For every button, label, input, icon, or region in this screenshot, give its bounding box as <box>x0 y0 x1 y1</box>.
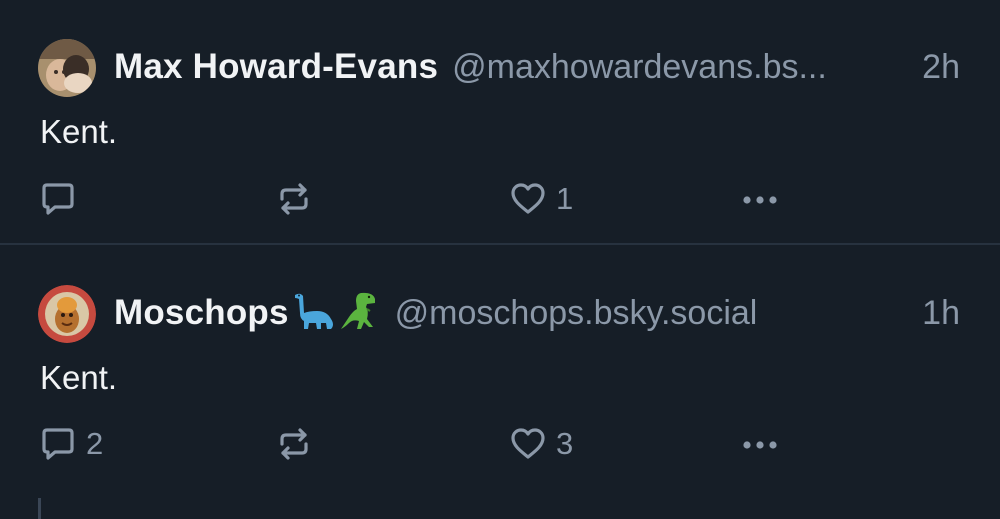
post-actions: 2 3 <box>0 422 1000 466</box>
reply-button[interactable] <box>38 177 86 221</box>
user-photo-avatar <box>38 39 96 97</box>
reply-count: 2 <box>86 426 104 461</box>
post-timestamp[interactable]: 2h <box>912 48 960 87</box>
display-name[interactable]: Max Howard-Evans <box>114 47 438 87</box>
user-handle[interactable]: @moschops.bsky.social <box>395 294 758 333</box>
more-options-icon <box>743 441 777 449</box>
display-name[interactable]: Moschops <box>114 293 289 333</box>
repost-icon <box>280 428 308 460</box>
illustrated-avatar <box>38 285 96 343</box>
like-button[interactable]: 3 <box>508 422 573 466</box>
like-count: 3 <box>556 426 574 461</box>
avatar[interactable] <box>38 285 96 343</box>
like-count: 1 <box>556 181 574 216</box>
repost-button[interactable] <box>274 422 322 466</box>
post-text: Kent. <box>40 359 118 396</box>
heart-icon <box>511 428 545 459</box>
repost-button[interactable] <box>274 177 322 221</box>
more-options-icon <box>743 196 777 204</box>
thread-connector-line <box>38 498 41 519</box>
user-handle[interactable]: @maxhowardevans.bs... <box>452 48 827 87</box>
repost-icon <box>280 183 308 215</box>
t-rex-emoji <box>339 289 381 338</box>
post-timestamp[interactable]: 1h <box>912 294 960 333</box>
post-divider <box>0 243 1000 245</box>
avatar[interactable] <box>38 39 96 97</box>
post-feed: Max Howard-Evans @maxhowardevans.bs... 2… <box>0 0 1000 519</box>
reply-icon <box>42 183 74 215</box>
feed-post[interactable]: Max Howard-Evans @maxhowardevans.bs... 2… <box>0 0 1000 244</box>
post-actions: 1 <box>0 177 1000 221</box>
reply-icon <box>42 428 74 460</box>
heart-icon <box>511 183 545 214</box>
more-options-button[interactable] <box>740 422 784 466</box>
post-text: Kent. <box>40 113 118 150</box>
sauropod-emoji <box>291 289 337 338</box>
like-button[interactable]: 1 <box>508 177 573 221</box>
reply-button[interactable]: 2 <box>38 422 103 466</box>
post-header: Moschops @moschops.bsky.social 1h <box>114 288 960 338</box>
feed-post[interactable]: Moschops @moschops.bsky.social 1h Kent. <box>0 246 1000 519</box>
post-header: Max Howard-Evans @maxhowardevans.bs... 2… <box>114 42 960 92</box>
more-options-button[interactable] <box>740 177 784 221</box>
